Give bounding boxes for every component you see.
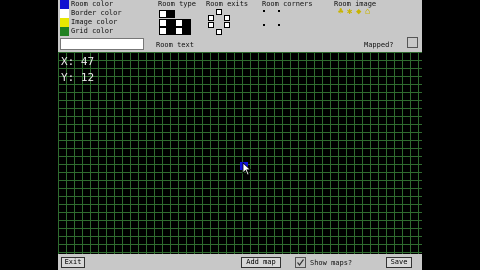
bottom-bar: Exit Add map Show maps? Save bbox=[58, 254, 422, 270]
room-color-label: Room color bbox=[71, 0, 114, 8]
map-grid[interactable]: X: 47 Y: 12 bbox=[58, 52, 422, 254]
image-icon[interactable]: ◆ bbox=[356, 8, 361, 17]
image-icon[interactable]: ⌂ bbox=[365, 8, 370, 17]
x-coordinate-readout: X: 47 bbox=[61, 55, 95, 68]
border-color-label: Border color bbox=[71, 9, 122, 17]
exit-nw-icon[interactable] bbox=[208, 15, 214, 21]
exit-button[interactable]: Exit bbox=[61, 257, 85, 268]
room-type-tile[interactable] bbox=[175, 19, 183, 27]
room-type-tile[interactable] bbox=[175, 27, 183, 35]
map-editor-window: Room color Border color Image color Grid… bbox=[58, 0, 422, 270]
room-corners-label: Room corners bbox=[262, 0, 313, 8]
corner-icon[interactable] bbox=[278, 10, 280, 12]
room-color-swatch[interactable] bbox=[60, 0, 69, 9]
border-color-swatch[interactable] bbox=[60, 9, 69, 18]
grid-color-label: Grid color bbox=[71, 27, 114, 35]
room-type-tile[interactable] bbox=[183, 27, 191, 35]
room-text-label: Room text bbox=[156, 41, 194, 49]
corner-icon[interactable] bbox=[263, 24, 265, 26]
room-text-input[interactable] bbox=[60, 38, 144, 50]
corner-icon[interactable] bbox=[278, 24, 280, 26]
grid-color-swatch[interactable] bbox=[60, 27, 69, 36]
room-type-tile[interactable] bbox=[167, 10, 175, 18]
room-type-tile[interactable] bbox=[167, 19, 175, 27]
mapped-checkbox[interactable] bbox=[407, 37, 418, 48]
room-type-tile[interactable] bbox=[159, 10, 167, 18]
corner-icon[interactable] bbox=[263, 10, 265, 12]
image-color-swatch[interactable] bbox=[60, 18, 69, 27]
y-coordinate-readout: Y: 12 bbox=[61, 71, 95, 84]
room-type-tile[interactable] bbox=[167, 27, 175, 35]
room-type-tile[interactable] bbox=[159, 19, 167, 27]
checkmark-icon bbox=[297, 259, 304, 266]
room-type-label: Room type bbox=[158, 0, 196, 8]
add-map-button[interactable]: Add map bbox=[241, 257, 281, 268]
image-color-label: Image color bbox=[71, 18, 118, 26]
show-maps-checkbox[interactable] bbox=[295, 257, 306, 268]
mapped-label: Mapped? bbox=[364, 41, 394, 49]
show-maps-label: Show maps? bbox=[310, 259, 353, 267]
room-type-tile[interactable] bbox=[159, 27, 167, 35]
exit-ne-icon[interactable] bbox=[224, 15, 230, 21]
image-icon[interactable]: ♣ bbox=[338, 8, 343, 17]
exit-w-icon[interactable] bbox=[208, 22, 214, 28]
room-type-tile[interactable] bbox=[183, 19, 191, 27]
exit-e-icon[interactable] bbox=[224, 22, 230, 28]
toolbar: Room color Border color Image color Grid… bbox=[58, 0, 422, 52]
save-button[interactable]: Save bbox=[386, 257, 412, 268]
image-icon[interactable]: ✱ bbox=[347, 8, 352, 17]
exit-s-icon[interactable] bbox=[216, 29, 222, 35]
room-exits-label: Room exits bbox=[206, 0, 249, 8]
exit-n-icon[interactable] bbox=[216, 9, 222, 15]
mouse-pointer-icon bbox=[242, 162, 252, 176]
